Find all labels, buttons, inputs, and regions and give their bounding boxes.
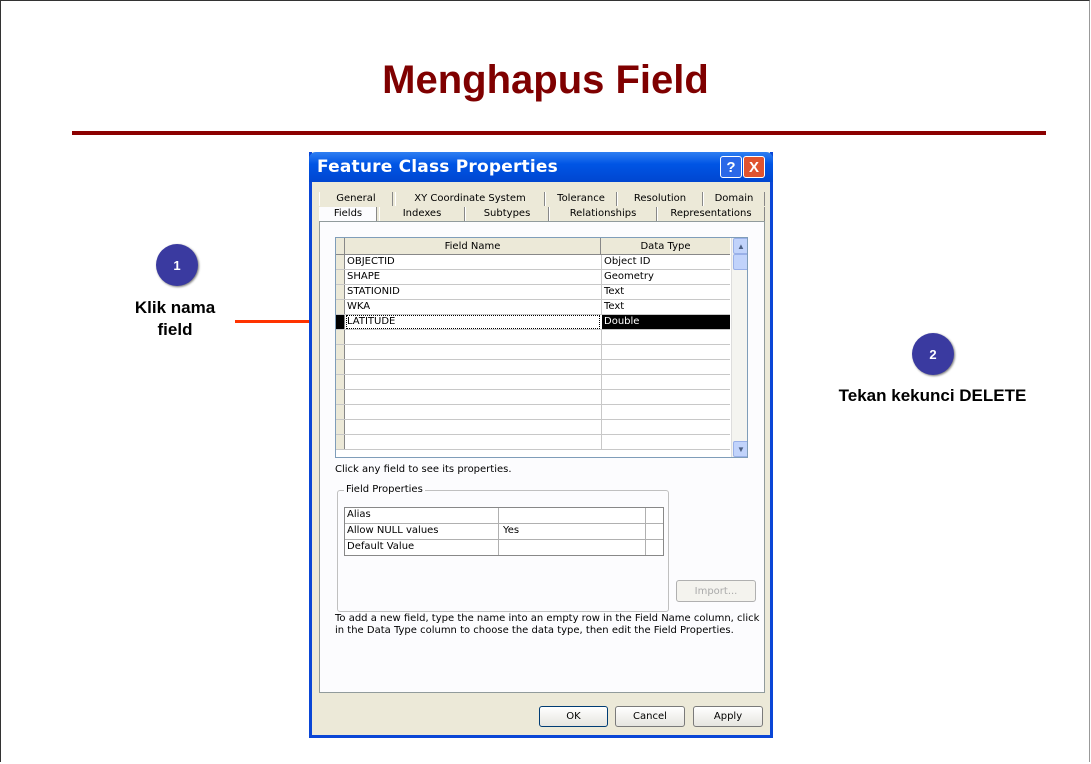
step-1-label: Klik nama field: [100, 297, 250, 341]
data-type-column-header[interactable]: Data Type: [601, 238, 730, 255]
scroll-down-icon[interactable]: ▼: [733, 441, 747, 457]
slide-title: Menghapus Field: [382, 58, 709, 102]
field-properties-legend: Field Properties: [344, 484, 425, 495]
step-2-label: Tekan kekunci DELETE: [838, 386, 1027, 405]
field-name-cell[interactable]: LATITUDE: [346, 315, 600, 329]
tab-row-front: Fields Indexes Subtypes Relationships Re…: [319, 207, 765, 221]
grid-hint-text: Click any field to see its properties.: [335, 464, 512, 475]
help-icon[interactable]: ?: [720, 156, 742, 178]
table-row-selected[interactable]: LATITUDE Double: [336, 315, 730, 330]
step-1-label-line2: field: [157, 320, 193, 339]
empty-row[interactable]: [336, 390, 730, 405]
property-row-alias[interactable]: Alias: [345, 508, 663, 524]
import-button[interactable]: Import...: [676, 580, 756, 602]
row-selector[interactable]: [336, 285, 345, 299]
property-key: Alias: [347, 509, 371, 520]
data-type-cell[interactable]: Geometry: [604, 271, 728, 282]
fields-grid: Field Name Data Type OBJECTID Object ID S…: [335, 237, 748, 458]
tab-general[interactable]: General: [319, 192, 393, 206]
field-name-column-header[interactable]: Field Name: [345, 238, 601, 255]
tab-representations[interactable]: Representations: [657, 207, 765, 221]
feature-class-properties-dialog: Feature Class Properties ? X General XY …: [309, 152, 773, 738]
dialog-title: Feature Class Properties: [317, 157, 558, 177]
empty-row[interactable]: [336, 360, 730, 375]
apply-button[interactable]: Apply: [693, 706, 763, 727]
empty-row[interactable]: [336, 330, 730, 345]
row-selector[interactable]: [336, 300, 345, 314]
field-name-cell[interactable]: OBJECTID: [347, 256, 599, 267]
table-row[interactable]: SHAPE Geometry: [336, 270, 730, 285]
table-row[interactable]: OBJECTID Object ID: [336, 255, 730, 270]
data-type-cell[interactable]: Text: [604, 301, 728, 312]
tab-fields[interactable]: Fields: [319, 207, 377, 221]
row-selector[interactable]: [336, 255, 345, 269]
table-row[interactable]: STATIONID Text: [336, 285, 730, 300]
title-divider: [72, 131, 1046, 135]
cancel-button[interactable]: Cancel: [615, 706, 685, 727]
grid-vertical-scrollbar[interactable]: ▲ ▼: [731, 238, 747, 457]
field-properties-group: Field Properties Alias Allow NULL values…: [337, 484, 669, 612]
fields-tab-panel: Field Name Data Type OBJECTID Object ID S…: [319, 221, 765, 693]
ok-button[interactable]: OK: [539, 706, 608, 727]
step-1-label-line1: Klik nama: [134, 298, 216, 317]
field-name-cell[interactable]: SHAPE: [347, 271, 599, 282]
data-type-cell[interactable]: Object ID: [604, 256, 728, 267]
close-icon[interactable]: X: [743, 156, 765, 178]
pointer-arrow-shaft: [235, 320, 315, 323]
table-row[interactable]: WKA Text: [336, 300, 730, 315]
add-field-instructions: To add a new field, type the name into a…: [335, 613, 760, 636]
data-type-cell[interactable]: Double: [604, 316, 728, 327]
step-2-badge: 2: [912, 333, 954, 375]
field-properties-table: Alias Allow NULL values Yes Default Value: [344, 507, 664, 556]
property-row-allow-null[interactable]: Allow NULL values Yes: [345, 524, 663, 540]
field-name-cell[interactable]: WKA: [347, 301, 599, 312]
dialog-titlebar[interactable]: Feature Class Properties ? X: [309, 152, 773, 182]
step-1-badge: 1: [156, 244, 198, 286]
tab-xy-coordinate-system[interactable]: XY Coordinate System: [395, 192, 545, 206]
property-key: Default Value: [347, 541, 415, 552]
grid-header-selector: [336, 238, 345, 255]
tab-resolution[interactable]: Resolution: [617, 192, 703, 206]
empty-row[interactable]: [336, 405, 730, 420]
field-name-cell[interactable]: STATIONID: [347, 286, 599, 297]
row-selector[interactable]: [336, 270, 345, 284]
empty-row[interactable]: [336, 435, 730, 450]
tab-row-back: General XY Coordinate System Tolerance R…: [319, 192, 765, 206]
tab-indexes[interactable]: Indexes: [379, 207, 465, 221]
property-value[interactable]: Yes: [503, 525, 519, 536]
tab-domain[interactable]: Domain: [703, 192, 765, 206]
tab-subtypes[interactable]: Subtypes: [465, 207, 549, 221]
empty-row[interactable]: [336, 375, 730, 390]
data-type-cell[interactable]: Text: [604, 286, 728, 297]
empty-row[interactable]: [336, 345, 730, 360]
scroll-up-icon[interactable]: ▲: [733, 238, 747, 254]
tab-relationships[interactable]: Relationships: [549, 207, 657, 221]
row-selector[interactable]: [336, 315, 345, 329]
tab-tolerance[interactable]: Tolerance: [545, 192, 617, 206]
empty-row[interactable]: [336, 420, 730, 435]
property-key: Allow NULL values: [347, 525, 439, 536]
scroll-thumb[interactable]: [733, 254, 747, 270]
property-row-default-value[interactable]: Default Value: [345, 540, 663, 555]
